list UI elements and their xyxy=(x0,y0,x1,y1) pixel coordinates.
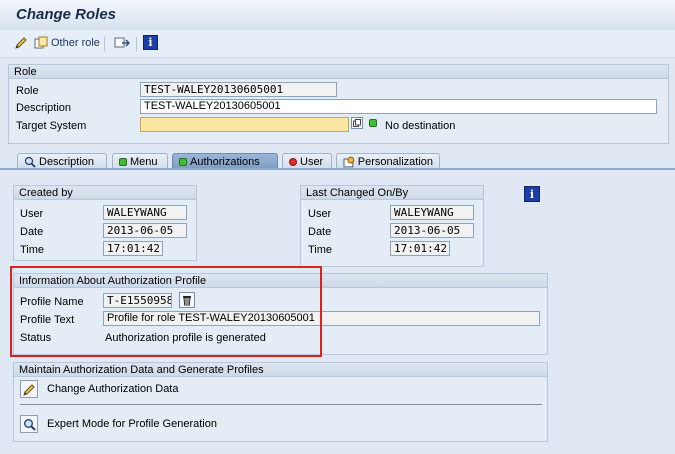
toolbar-separator xyxy=(136,37,137,51)
created-by-heading: Created by xyxy=(14,186,196,200)
tab-label: Authorizations xyxy=(190,155,260,168)
application-toolbar xyxy=(0,30,675,58)
information-icon[interactable]: i xyxy=(143,35,158,50)
magnifier-icon xyxy=(23,418,36,431)
tab-personalization[interactable]: Personalization xyxy=(336,153,440,169)
tab-authorizations[interactable]: Authorizations xyxy=(172,153,278,169)
highlight-frame xyxy=(10,266,322,357)
other-role-label: Other role xyxy=(51,37,100,49)
created-user-label: User xyxy=(20,208,44,220)
created-user-field[interactable]: WALEYWANG xyxy=(103,205,187,220)
created-time-field[interactable]: 17:01:42 xyxy=(103,241,163,256)
pencil-icon xyxy=(22,383,35,396)
change-authorization-label[interactable]: Change Authorization Data xyxy=(47,383,178,395)
tab-menu[interactable]: Menu xyxy=(112,153,168,169)
changed-date-field[interactable]: 2013-06-05 xyxy=(390,223,474,238)
changed-time-field[interactable]: 17:01:42 xyxy=(390,241,450,256)
tab-description[interactable]: Description xyxy=(17,153,107,169)
page-title: Change Roles xyxy=(16,6,117,23)
created-date-field[interactable]: 2013-06-05 xyxy=(103,223,187,238)
toolbar-separator xyxy=(104,37,105,51)
copy-icon[interactable] xyxy=(351,117,363,129)
transport-button[interactable] xyxy=(114,36,130,50)
other-role-icon xyxy=(34,36,48,49)
target-system-label: Target System xyxy=(16,120,87,132)
tab-user[interactable]: User xyxy=(282,153,332,169)
role-group-heading: Role xyxy=(9,65,668,79)
pencil-glasses-icon xyxy=(15,37,27,49)
changed-date-label: Date xyxy=(308,226,332,238)
target-system-field[interactable] xyxy=(140,117,349,132)
other-role-button[interactable]: Other role xyxy=(34,36,100,50)
change-authorization-button[interactable] xyxy=(20,380,38,398)
tab-strip-line xyxy=(0,168,675,170)
last-changed-heading: Last Changed On/By xyxy=(301,186,483,200)
created-date-label: Date xyxy=(20,226,44,238)
description-field[interactable]: TEST-WALEY20130605001 xyxy=(140,99,657,114)
transport-icon xyxy=(114,37,130,48)
maintain-heading: Maintain Authorization Data and Generate… xyxy=(14,363,547,377)
tab-label: Menu xyxy=(130,155,158,168)
changed-time-label: Time xyxy=(308,244,333,256)
green-status-icon xyxy=(119,157,127,166)
magnifier-icon xyxy=(24,156,36,168)
tab-label: Description xyxy=(39,155,95,168)
created-time-label: Time xyxy=(20,244,45,256)
personalization-icon xyxy=(343,156,355,167)
role-label: Role xyxy=(16,85,39,97)
information-icon[interactable]: i xyxy=(524,186,540,202)
expert-mode-label[interactable]: Expert Mode for Profile Generation xyxy=(47,418,217,430)
expert-mode-button[interactable] xyxy=(20,415,38,433)
green-status-icon xyxy=(369,119,377,127)
description-label: Description xyxy=(16,102,72,114)
changed-user-label: User xyxy=(308,208,332,220)
display-change-button[interactable] xyxy=(14,36,28,50)
tab-label: Personalization xyxy=(357,155,433,168)
divider xyxy=(20,404,542,405)
red-status-icon xyxy=(289,157,297,166)
tab-label: User xyxy=(300,155,324,168)
changed-user-field[interactable]: WALEYWANG xyxy=(390,205,474,220)
role-field[interactable]: TEST-WALEY20130605001 xyxy=(140,82,337,97)
maintain-group: Maintain Authorization Data and Generate… xyxy=(13,362,548,442)
no-destination-text: No destination xyxy=(385,120,456,132)
green-status-icon xyxy=(179,157,187,166)
